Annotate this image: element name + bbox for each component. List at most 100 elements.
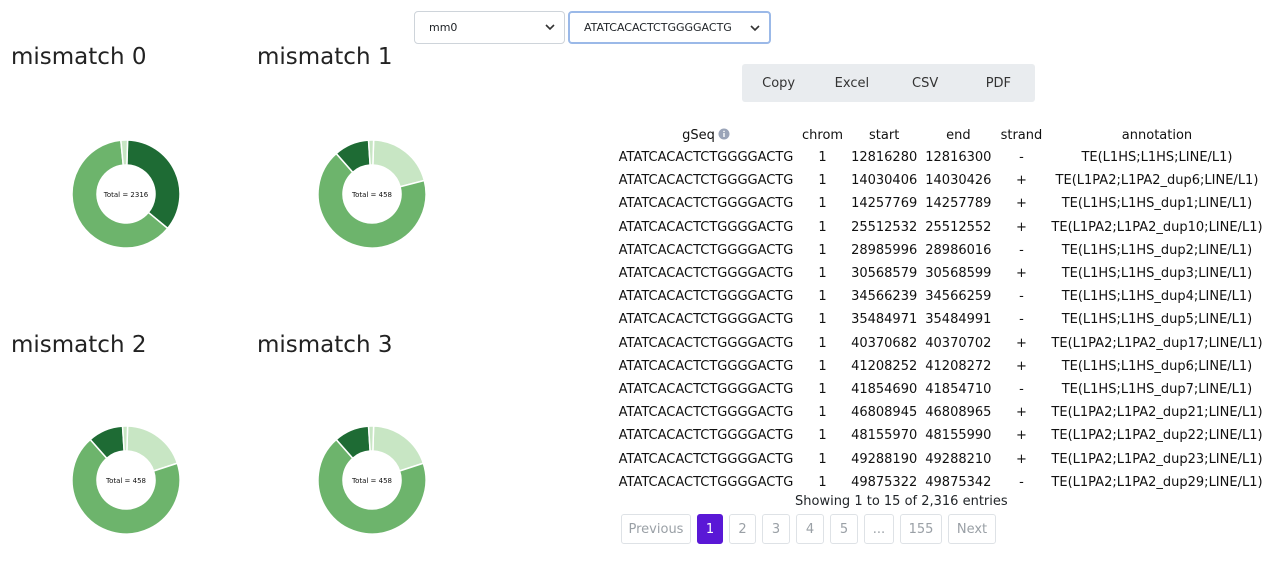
column-header-strand[interactable]: strand — [995, 124, 1047, 146]
column-header-start[interactable]: start — [847, 124, 921, 146]
cell-strand: + — [1015, 428, 1027, 444]
pdf-button[interactable]: PDF — [962, 64, 1035, 102]
cell-gseq: ATATCACACTCTGGGGACTG — [618, 428, 794, 444]
cell-end: 14257789 — [925, 196, 992, 212]
cell-start: 30568579 — [851, 266, 918, 282]
panel-title-mismatch-0: mismatch 0 — [11, 44, 147, 70]
cell-annotation: TE(L1HS;L1HS_dup5;LINE/L1) — [1061, 312, 1253, 328]
donut-slice — [372, 139, 426, 188]
pagination-page-2[interactable]: 2 — [729, 514, 756, 544]
cell-gseq: ATATCACACTCTGGGGACTG — [618, 150, 794, 166]
cell-annotation: TE(L1HS;L1HS;LINE/L1) — [1081, 150, 1233, 166]
cell-chrom: 1 — [818, 428, 827, 444]
genome-select[interactable]: mm0 — [414, 11, 565, 44]
pagination-page-3[interactable]: 3 — [762, 514, 790, 544]
cell-chrom: 1 — [818, 312, 827, 328]
cell-end: 49875342 — [925, 474, 992, 490]
column-header-gseq[interactable]: gSeq — [614, 124, 798, 146]
cell-chrom: 1 — [818, 381, 827, 397]
cell-start: 14030406 — [851, 173, 918, 189]
pagination-page-1[interactable]: 1 — [697, 514, 723, 544]
chevron-down-icon — [545, 24, 555, 31]
cell-strand: - — [1019, 150, 1024, 166]
cell-annotation: TE(L1HS;L1HS_dup4;LINE/L1) — [1061, 289, 1253, 305]
pagination-previous[interactable]: Previous — [621, 514, 691, 544]
cell-start: 46808945 — [851, 405, 918, 421]
donut-chart-mismatch-2: Total = 458 — [71, 425, 181, 535]
cell-chrom: 1 — [818, 196, 827, 212]
cell-start: 41854690 — [851, 381, 918, 397]
cell-end: 48155990 — [925, 428, 992, 444]
table-row: ATATCACACTCTGGGGACTG 1 14030406 14030426 + TE… — [614, 169, 1267, 192]
sequence-select-value: ATATCACACTCTGGGGACTG — [584, 21, 732, 34]
cell-strand: + — [1015, 219, 1027, 235]
cell-strand: + — [1015, 266, 1027, 282]
cell-end: 41208272 — [925, 358, 992, 374]
excel-button[interactable]: Excel — [815, 64, 888, 102]
donut-chart-mismatch-3: Total = 458 — [317, 425, 427, 535]
column-header-annotation[interactable]: annotation — [1047, 124, 1266, 146]
table-row: ATATCACACTCTGGGGACTG 1 41854690 41854710 - TE… — [614, 378, 1267, 401]
cell-chrom: 1 — [818, 266, 827, 282]
csv-button[interactable]: CSV — [889, 64, 962, 102]
table-row: ATATCACACTCTGGGGACTG 1 28985996 28986016 - TE… — [614, 239, 1267, 262]
cell-chrom: 1 — [818, 242, 827, 258]
genome-select-value: mm0 — [429, 21, 458, 34]
cell-strand: - — [1019, 381, 1024, 397]
cell-strand: - — [1019, 242, 1024, 258]
cell-gseq: ATATCACACTCTGGGGACTG — [618, 381, 794, 397]
table-row: ATATCACACTCTGGGGACTG 1 30568579 30568599 + TE… — [614, 262, 1267, 285]
table-row: ATATCACACTCTGGGGACTG 1 35484971 35484991 - TE… — [614, 308, 1267, 331]
cell-annotation: TE(L1HS;L1HS_dup3;LINE/L1) — [1061, 266, 1253, 282]
cell-gseq: ATATCACACTCTGGGGACTG — [618, 173, 794, 189]
cell-strand: - — [1019, 474, 1024, 490]
cell-start: 48155970 — [851, 428, 918, 444]
cell-gseq: ATATCACACTCTGGGGACTG — [618, 312, 794, 328]
cell-annotation: TE(L1HS;L1HS_dup1;LINE/L1) — [1061, 196, 1253, 212]
column-header-end[interactable]: end — [921, 124, 995, 146]
cell-annotation: TE(L1PA2;L1PA2_dup21;LINE/L1) — [1051, 405, 1263, 421]
donut-slice — [126, 139, 181, 230]
table-row: ATATCACACTCTGGGGACTG 1 34566239 34566259 - TE… — [614, 285, 1267, 308]
cell-gseq: ATATCACACTCTGGGGACTG — [618, 358, 794, 374]
donut-total-label: Total = 458 — [105, 477, 146, 485]
info-icon[interactable] — [718, 128, 730, 140]
cell-annotation: TE(L1HS;L1HS_dup2;LINE/L1) — [1061, 242, 1253, 258]
cell-gseq: ATATCACACTCTGGGGACTG — [618, 289, 794, 305]
cell-annotation: TE(L1PA2;L1PA2_dup29;LINE/L1) — [1051, 474, 1263, 490]
cell-end: 12816300 — [925, 150, 992, 166]
pagination-page-5[interactable]: 5 — [830, 514, 858, 544]
pagination-next[interactable]: Next — [948, 514, 996, 544]
cell-end: 28986016 — [925, 242, 992, 258]
donut-total-label: Total = 458 — [351, 477, 392, 485]
column-header-chrom[interactable]: chrom — [798, 124, 847, 146]
table-header-row: gSeq chrom start end strand annotation — [614, 124, 1267, 146]
cell-chrom: 1 — [818, 335, 827, 351]
cell-start: 28985996 — [851, 242, 918, 258]
cell-strand: + — [1015, 451, 1027, 467]
cell-annotation: TE(L1PA2;L1PA2_dup22;LINE/L1) — [1051, 428, 1263, 444]
cell-end: 46808965 — [925, 405, 992, 421]
cell-gseq: ATATCACACTCTGGGGACTG — [618, 335, 794, 351]
pagination-page-155[interactable]: 155 — [900, 514, 942, 544]
cell-end: 41854710 — [925, 381, 992, 397]
table-row: ATATCACACTCTGGGGACTG 1 49288190 49288210 + TE… — [614, 447, 1267, 470]
cell-start: 35484971 — [851, 312, 918, 328]
pagination-page-4[interactable]: 4 — [796, 514, 824, 544]
cell-chrom: 1 — [818, 173, 827, 189]
cell-start: 41208252 — [851, 358, 918, 374]
cell-strand: - — [1019, 289, 1024, 305]
cell-end: 49288210 — [925, 451, 992, 467]
table-row: ATATCACACTCTGGGGACTG 1 46808945 46808965 + TE… — [614, 401, 1267, 424]
table-row: ATATCACACTCTGGGGACTG 1 41208252 41208272 + TE… — [614, 355, 1267, 378]
cell-chrom: 1 — [818, 150, 827, 166]
cell-gseq: ATATCACACTCTGGGGACTG — [618, 242, 794, 258]
copy-button[interactable]: Copy — [742, 64, 815, 102]
cell-start: 12816280 — [851, 150, 918, 166]
donut-slice — [367, 425, 375, 452]
cell-end: 25512552 — [925, 219, 992, 235]
sequence-select[interactable]: ATATCACACTCTGGGGACTG — [568, 11, 771, 44]
donut-slice — [126, 425, 179, 472]
column-header-gseq-label: gSeq — [682, 127, 715, 143]
cell-gseq: ATATCACACTCTGGGGACTG — [618, 266, 794, 282]
